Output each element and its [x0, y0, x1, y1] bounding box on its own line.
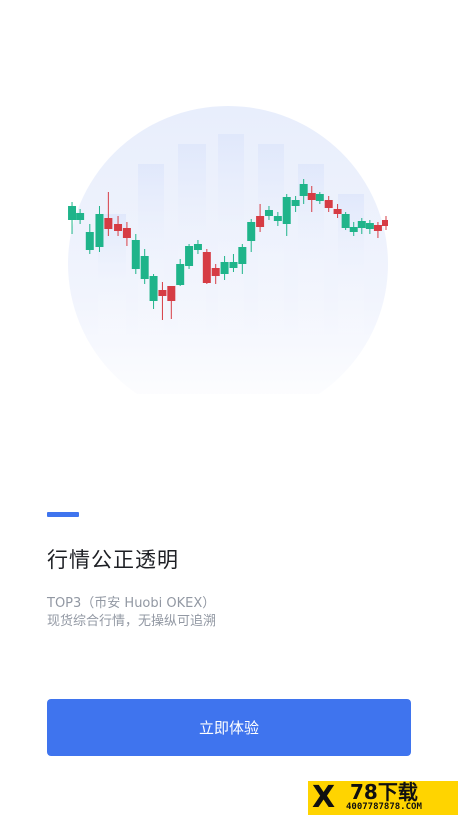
candle-body	[324, 200, 333, 208]
candle-body	[307, 193, 316, 200]
candle-body	[282, 197, 291, 224]
watermark-url: 4007787878.COM	[346, 802, 422, 812]
candle-body	[114, 224, 123, 231]
candle-body	[264, 210, 273, 216]
feature-subtitle-line1: TOP3（币安 Huobi OKEX）	[47, 596, 216, 611]
watermark-logo: X 78下载 4007787878.COM	[308, 781, 458, 815]
candle-body	[68, 206, 77, 220]
candle-body	[220, 262, 229, 274]
hero-illustration	[68, 104, 388, 394]
background-column	[218, 134, 244, 344]
candle-body	[238, 247, 247, 264]
feature-subtitle-line2: 现货综合行情，无操纵可追溯	[47, 614, 217, 629]
candle-body	[357, 221, 366, 228]
candle-body	[176, 264, 185, 285]
candle-body	[131, 240, 140, 269]
candle-body	[373, 225, 382, 231]
feature-title: 行情公正透明	[47, 548, 179, 572]
x-logo-icon: X	[312, 780, 336, 815]
candle-body	[193, 244, 202, 250]
try-now-button[interactable]: 立即体验	[47, 699, 411, 756]
candle-body	[167, 286, 176, 301]
candle-body	[349, 227, 358, 232]
candle-body	[341, 214, 350, 228]
candle-body	[365, 223, 374, 229]
candle-body	[95, 214, 104, 247]
candle-body	[158, 290, 167, 296]
watermark-brand: 78下载	[350, 780, 418, 804]
candle-body	[256, 216, 265, 227]
candle-body	[229, 262, 238, 268]
candle-body	[247, 222, 256, 241]
candle-body	[140, 256, 149, 279]
accent-bar	[47, 512, 79, 517]
background-column	[138, 164, 164, 344]
candle-body	[149, 276, 158, 301]
candle-body	[211, 268, 220, 276]
candle-body	[273, 216, 282, 221]
candle-body	[122, 228, 131, 238]
candle-body	[291, 200, 300, 206]
candle-body	[382, 220, 388, 226]
background-column	[258, 144, 284, 344]
candle-body	[299, 184, 308, 196]
candle-body	[315, 194, 324, 201]
candle-body	[202, 252, 211, 283]
candle-body	[185, 246, 194, 266]
candle-body	[85, 232, 94, 250]
candle-body	[76, 213, 85, 220]
candle-body	[333, 209, 342, 214]
candle-body	[104, 218, 113, 229]
